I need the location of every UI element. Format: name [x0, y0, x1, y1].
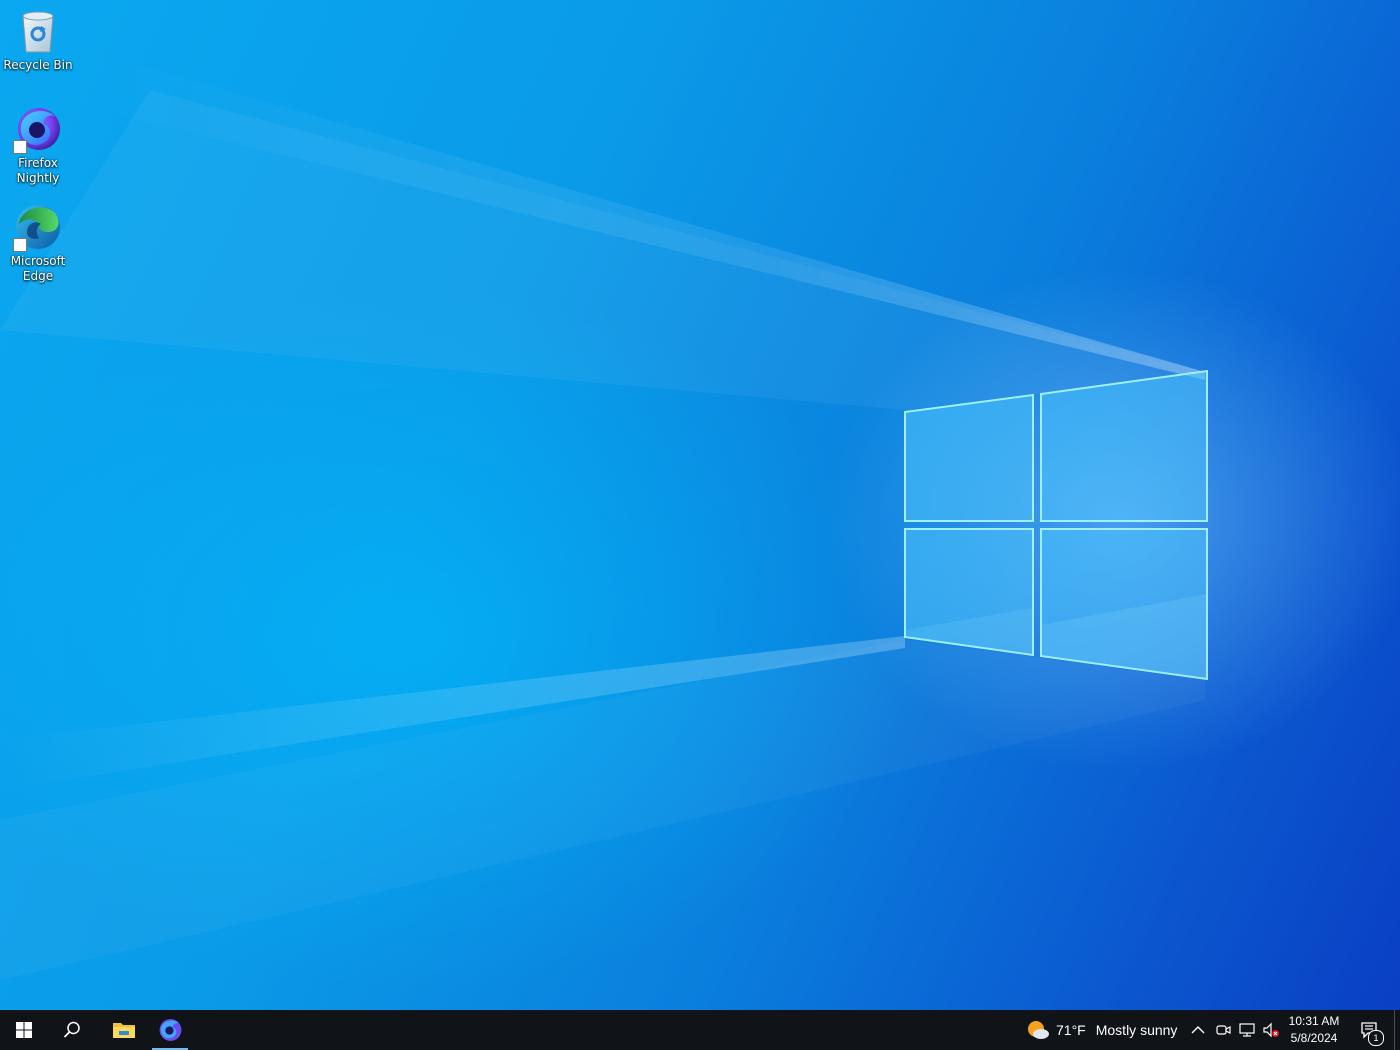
desktop-icon-label: Microsoft Edge — [10, 254, 66, 283]
tray-volume[interactable] — [1262, 1010, 1280, 1050]
firefox-nightly-icon — [159, 1019, 182, 1041]
shortcut-arrow-icon — [13, 238, 27, 252]
firefox-nightly-icon — [13, 104, 63, 154]
shortcut-arrow-icon — [13, 140, 27, 154]
network-icon — [1239, 1023, 1255, 1037]
taskbar-firefox-nightly[interactable] — [150, 1010, 190, 1050]
chevron-up-icon — [1191, 1026, 1205, 1034]
folder-icon — [113, 1023, 135, 1038]
volume-muted-icon — [1263, 1022, 1279, 1038]
start-button[interactable] — [0, 1010, 48, 1050]
desktop-icon-firefox-nightly[interactable]: Firefox Nightly — [2, 104, 74, 186]
taskbar: 71°F Mostly sunny — [0, 1010, 1400, 1050]
show-desktop-button[interactable] — [1394, 1010, 1400, 1050]
tray-network[interactable] — [1238, 1010, 1256, 1050]
action-center-button[interactable]: 1 — [1354, 1010, 1386, 1050]
windows-logo — [895, 360, 1225, 695]
clock-time: 10:31 AM — [1288, 1014, 1340, 1028]
windows-start-icon — [16, 1022, 32, 1038]
microsoft-edge-icon — [13, 202, 63, 252]
weather-condition: Mostly sunny — [1095, 1022, 1178, 1038]
search-icon — [63, 1021, 80, 1038]
weather-temperature: 71°F — [1056, 1022, 1086, 1038]
desktop-icon-label: Recycle Bin — [3, 58, 73, 72]
partly-sunny-icon — [1028, 1021, 1049, 1039]
search-button[interactable] — [48, 1010, 96, 1050]
taskbar-clock[interactable]: 10:31 AM 5/8/2024 — [1283, 1010, 1345, 1050]
notification-count-badge: 1 — [1368, 1030, 1384, 1046]
desktop-background[interactable]: Recycle Bin Firefox Nightly Microsoft Ed… — [0, 0, 1400, 1010]
tray-meet-now[interactable] — [1215, 1010, 1231, 1050]
desktop-icon-label: Firefox Nightly — [16, 156, 60, 185]
recycle-bin-icon — [13, 6, 63, 56]
meet-now-icon — [1216, 1025, 1231, 1035]
clock-date: 5/8/2024 — [1290, 1031, 1338, 1045]
taskbar-file-explorer[interactable] — [98, 1010, 150, 1050]
tray-overflow-button[interactable] — [1190, 1010, 1206, 1050]
desktop-icon-microsoft-edge[interactable]: Microsoft Edge — [2, 202, 74, 284]
weather-widget[interactable]: 71°F Mostly sunny — [1026, 1010, 1177, 1050]
desktop-icon-recycle-bin[interactable]: Recycle Bin — [2, 6, 74, 73]
